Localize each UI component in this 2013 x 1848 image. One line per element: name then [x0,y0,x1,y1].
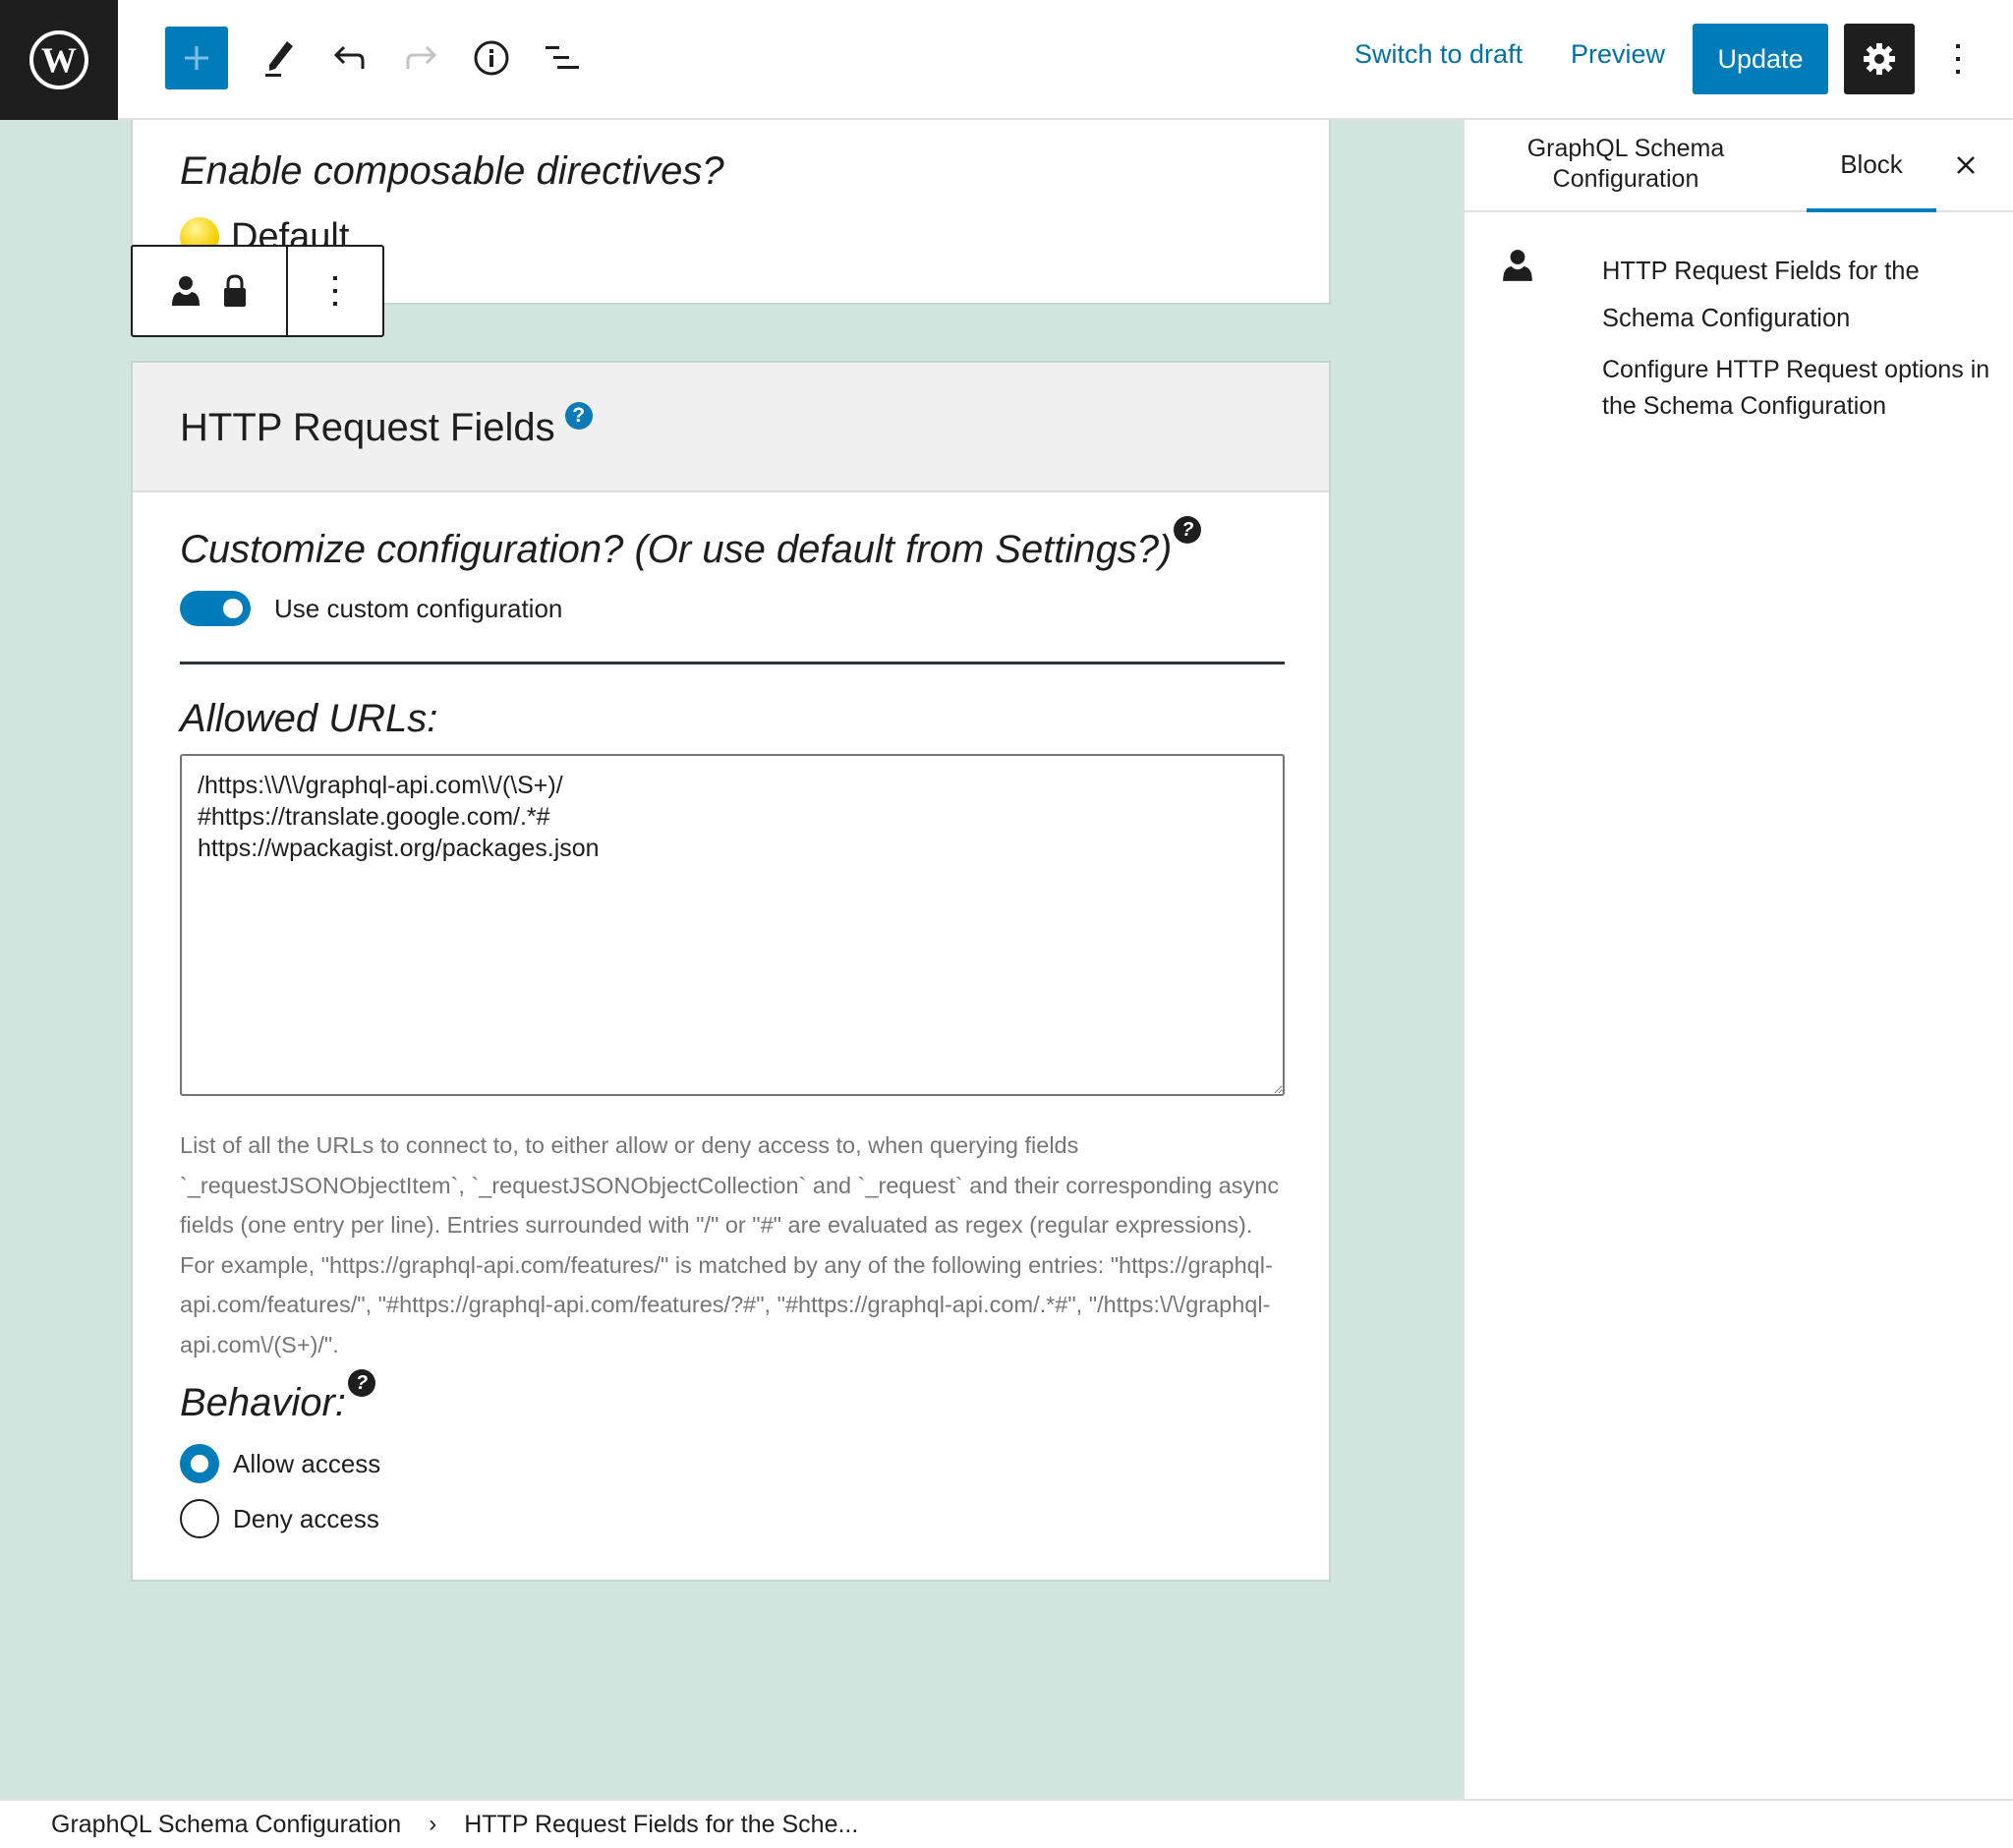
block-card-title: HTTP Request Fields for the Schema Confi… [1602,258,1920,332]
tools-button[interactable] [248,27,311,89]
tab-schema-configuration[interactable]: GraphQL Schema Configuration [1514,134,1738,195]
settings-sidebar: GraphQL Schema Configuration Block HTTP … [1463,120,2013,1799]
divider [180,662,1285,664]
block-title: HTTP Request Fields? [180,402,593,450]
block-options-button[interactable] [288,247,382,335]
lock-icon [224,274,246,307]
close-sidebar-button[interactable] [1944,144,1987,187]
radio-button[interactable] [180,1499,219,1538]
block-header: HTTP Request Fields? [133,363,1329,492]
redo-icon [406,45,437,69]
customize-question: Customize configuration? (Or use default… [180,528,1173,571]
radio-label: Deny access [233,1503,379,1533]
list-view-button[interactable] [531,27,594,89]
custom-config-toggle[interactable] [180,591,251,626]
gear-icon [1864,43,1895,75]
more-options-button[interactable] [1936,29,1980,88]
block-title-text: HTTP Request Fields [180,406,555,449]
close-icon [1957,156,1975,174]
behavior-label: Behavior: [180,1381,346,1424]
sidebar-tabs: GraphQL Schema Configuration Block [1465,120,2013,212]
info-icon [474,40,509,76]
allowed-urls-textarea[interactable] [180,754,1285,1096]
user-icon [1503,250,1532,281]
list-view-icon [546,46,579,69]
toggle-label: Use custom configuration [274,593,563,623]
radio-allow-access[interactable]: Allow access [180,1444,380,1483]
more-vertical-icon [1956,44,1960,74]
help-icon[interactable]: ? [347,1369,375,1397]
plus-icon [185,46,208,70]
wordpress-logo-button[interactable]: W [0,0,118,120]
block-type-button[interactable] [133,247,288,335]
undo-button[interactable] [318,27,381,89]
settings-button[interactable] [1844,24,1915,94]
customize-heading: Customize configuration? (Or use default… [180,516,1202,572]
composable-directives-question: Enable composable directives? [180,149,724,193]
breadcrumb-item[interactable]: HTTP Request Fields for the Sche... [464,1811,858,1839]
user-icon [172,276,200,306]
radio-deny-access[interactable]: Deny access [180,1499,379,1538]
radio-label: Allow access [233,1448,381,1478]
add-block-button[interactable] [165,27,228,89]
http-request-fields-block[interactable]: HTTP Request Fields? Customize configura… [131,361,1331,1582]
wordpress-logo-icon: W [29,30,88,89]
redo-button[interactable] [389,27,452,89]
more-vertical-icon [333,276,337,306]
custom-config-toggle-row: Use custom configuration [180,591,562,626]
chevron-right-icon: › [429,1811,437,1837]
breadcrumb-item[interactable]: GraphQL Schema Configuration [51,1811,401,1839]
switch-to-draft-button[interactable]: Switch to draft [1354,39,1523,70]
editor-header: W Switch to draft Preview Update [0,0,2013,120]
block-toolbar [131,245,384,337]
update-button[interactable]: Update [1693,24,1828,94]
block-card-description: Configure HTTP Request options in the Sc… [1602,356,1990,420]
help-icon[interactable]: ? [564,402,593,430]
toggle-knob [223,599,243,618]
behavior-heading: Behavior:? [180,1369,375,1425]
svg-text:W: W [41,40,77,80]
allowed-urls-label: Allowed URLs: [180,697,438,740]
undo-icon [333,45,365,69]
pencil-icon [265,41,293,77]
allowed-urls-description: List of all the URLs to connect to, to e… [180,1132,1280,1357]
editor-canvas: Enable composable directives? Default HT… [0,120,1463,1799]
details-button[interactable] [460,27,523,89]
preview-button[interactable]: Preview [1571,39,1665,70]
help-icon[interactable]: ? [1174,516,1202,544]
radio-button-checked[interactable] [180,1444,219,1483]
tab-block[interactable]: Block [1807,120,1936,212]
breadcrumb: GraphQL Schema Configuration › HTTP Requ… [0,1799,2013,1848]
